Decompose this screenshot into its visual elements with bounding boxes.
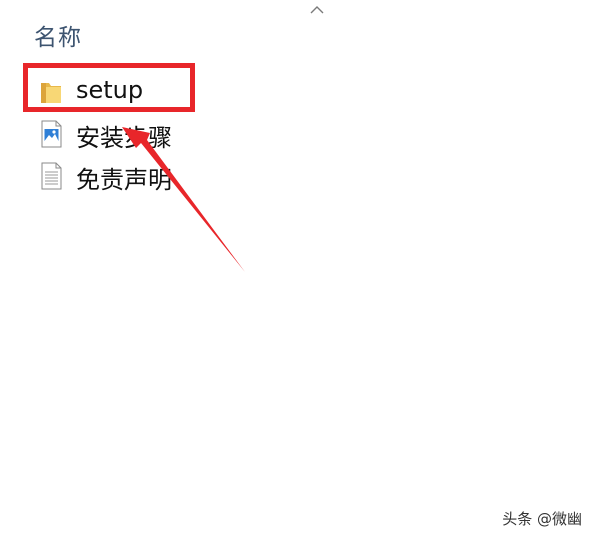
column-header-name[interactable]: 名称 [34, 18, 82, 52]
folder-icon [41, 83, 61, 103]
watermark-text: 头条 @微幽 [502, 510, 582, 528]
file-name: 免责声明 [76, 166, 172, 194]
file-name: 安装步骤 [76, 124, 172, 152]
text-file-icon [41, 162, 62, 190]
file-name: setup [76, 76, 144, 104]
image-file-icon [41, 120, 62, 148]
file-row-install-steps[interactable]: 安装步骤 [0, 114, 300, 156]
file-explorer-view: 名称 setup 安装步骤 免责声明 头条 @微幽 [0, 0, 596, 541]
file-row-setup[interactable]: setup [0, 72, 300, 114]
file-row-disclaimer[interactable]: 免责声明 [0, 156, 300, 198]
sort-chevron-up-icon[interactable] [309, 4, 325, 16]
